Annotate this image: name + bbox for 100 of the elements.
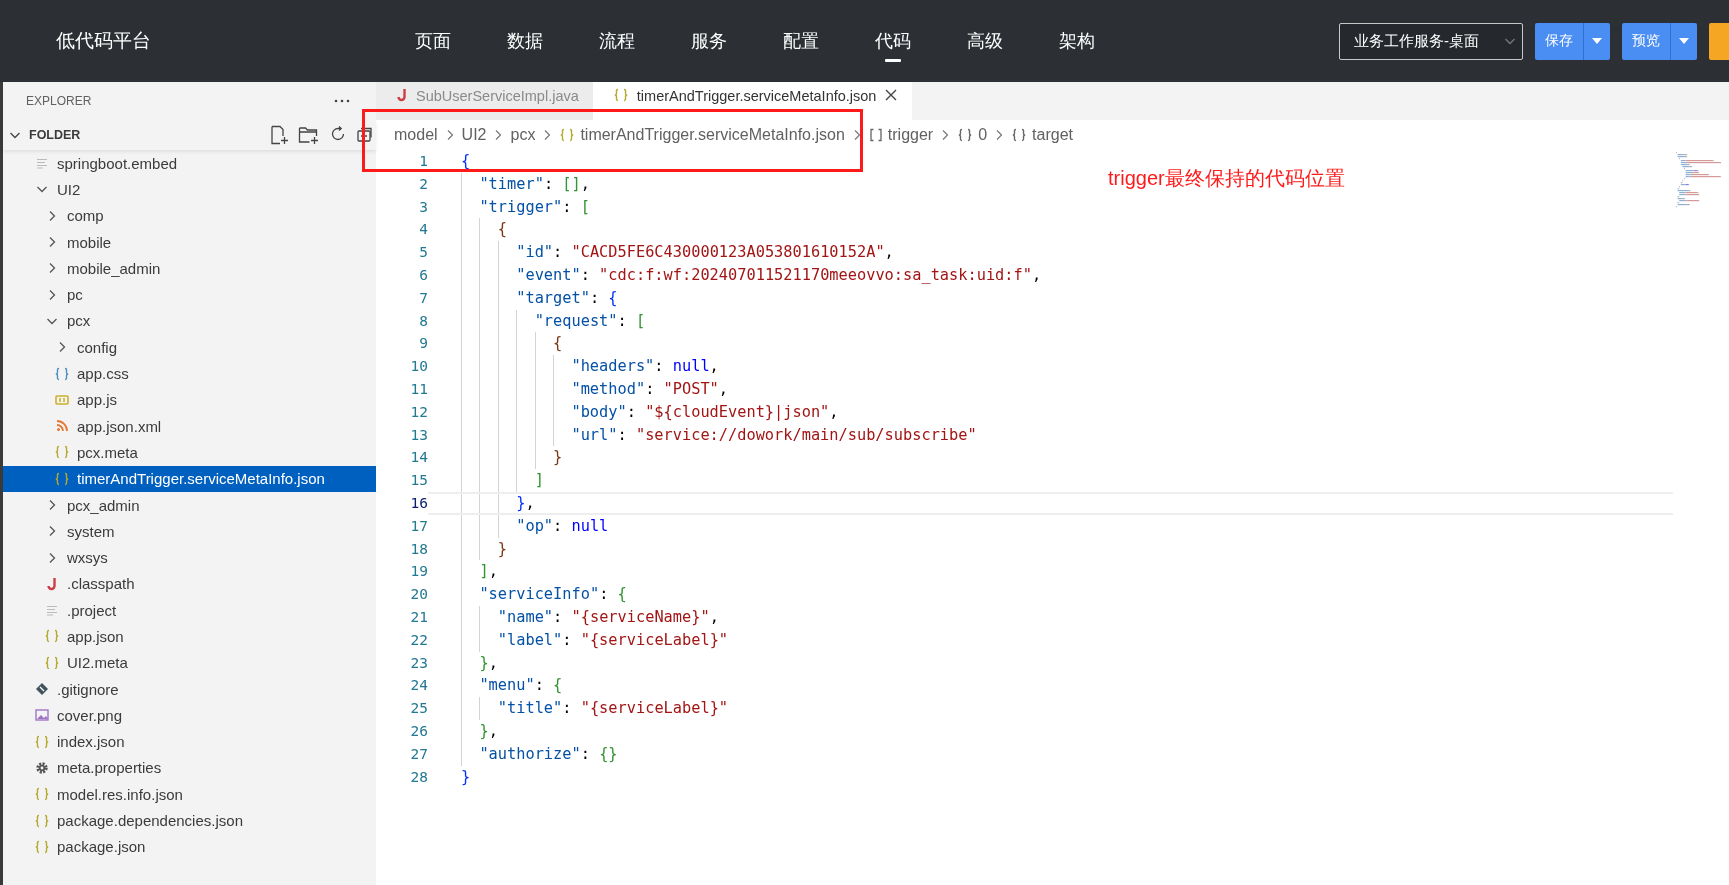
json-file-icon xyxy=(44,655,60,670)
line-number: 28 xyxy=(409,767,428,787)
tree-item[interactable]: package.json xyxy=(3,833,376,860)
nav-tab[interactable]: 高级 xyxy=(967,18,1003,64)
java-file-icon xyxy=(396,88,408,102)
breadcrumb-item[interactable]: target xyxy=(1032,126,1073,144)
tree-item[interactable]: app.json xyxy=(3,623,376,650)
json-file-icon xyxy=(34,813,50,828)
chevron-right-icon xyxy=(852,129,861,141)
java-file-icon xyxy=(46,576,58,591)
breadcrumb-item[interactable]: trigger xyxy=(887,126,934,144)
tree-item[interactable]: index.json xyxy=(3,728,376,755)
tree-item[interactable]: pcx_admin xyxy=(3,491,376,519)
code-line: ], xyxy=(428,560,1673,584)
object-icon xyxy=(1011,128,1028,142)
nav-tab[interactable]: 数据 xyxy=(507,18,543,64)
code-line: }, xyxy=(428,491,1673,515)
breadcrumb-item[interactable]: 0 xyxy=(978,126,988,144)
tree-item[interactable]: system xyxy=(3,518,376,545)
feed-icon xyxy=(56,420,68,433)
tree-item[interactable]: UI2.meta xyxy=(3,649,376,676)
code-line: }, xyxy=(428,651,1673,675)
tree-item[interactable]: mobile_admin xyxy=(3,255,376,282)
chevron-right-icon xyxy=(445,129,454,141)
line-number: 22 xyxy=(409,630,428,650)
new-folder-icon[interactable] xyxy=(298,125,320,145)
json-file-icon xyxy=(44,629,60,644)
nav-tab[interactable]: 架构 xyxy=(1059,18,1095,64)
folder-label[interactable]: FOLDER xyxy=(29,128,81,142)
close-icon[interactable] xyxy=(884,88,899,102)
line-number: 12 xyxy=(409,402,428,422)
breadcrumb-item[interactable]: UI2 xyxy=(461,126,487,144)
breadcrumb-item[interactable]: pcx xyxy=(510,126,536,144)
tree-item[interactable]: timerAndTrigger.serviceMetaInfo.json xyxy=(3,465,376,492)
code-line: "menu": { xyxy=(428,674,1673,698)
breadcrumb-item[interactable]: timerAndTrigger.serviceMetaInfo.json xyxy=(580,126,845,144)
tree-item[interactable]: package.dependencies.json xyxy=(3,807,376,834)
collapse-all-icon[interactable] xyxy=(356,125,374,143)
line-number: 13 xyxy=(409,425,428,445)
line-number: 9 xyxy=(418,334,428,354)
more-icon[interactable] xyxy=(334,99,350,103)
caret-down-icon[interactable] xyxy=(1679,38,1689,44)
line-number: 10 xyxy=(409,357,428,377)
tree-item[interactable]: comp xyxy=(3,202,376,229)
tree-item[interactable]: mobile xyxy=(3,228,376,256)
json-file-icon xyxy=(34,787,50,802)
line-number: 15 xyxy=(409,471,428,491)
editor-tab[interactable]: timerAndTrigger.serviceMetaInfo.json xyxy=(592,82,913,120)
tree-item[interactable]: config xyxy=(3,334,376,361)
chevron-right-icon xyxy=(543,129,552,141)
json-file-icon xyxy=(34,734,50,749)
line-number: 5 xyxy=(418,243,428,263)
explorer-title: EXPLORER xyxy=(26,94,92,108)
line-number: 3 xyxy=(418,197,428,217)
code-line: }, xyxy=(428,719,1673,743)
line-number: 14 xyxy=(409,448,428,468)
code-line: "label": "{serviceLabel}" xyxy=(428,628,1673,652)
nav-tab[interactable]: 配置 xyxy=(783,18,819,64)
code-line: "title": "{serviceLabel}" xyxy=(428,697,1673,720)
tree-item[interactable]: springboot.embed xyxy=(3,150,376,177)
code-line: { xyxy=(428,332,1673,356)
text-lines-icon xyxy=(36,157,48,170)
tree-item[interactable]: .gitignore xyxy=(3,675,376,703)
nav-tab[interactable]: 页面 xyxy=(415,18,451,64)
new-file-icon[interactable] xyxy=(269,125,289,145)
line-number: 27 xyxy=(409,744,428,764)
tree-item[interactable]: pc xyxy=(3,281,376,308)
tree-item[interactable]: app.js xyxy=(3,386,376,413)
workspace-select[interactable]: 业务工作服务-桌面 xyxy=(1339,22,1523,60)
tree-item[interactable]: UI2 xyxy=(3,176,376,203)
tree-item[interactable]: app.css xyxy=(3,360,376,387)
nav-tab[interactable]: 服务 xyxy=(691,18,727,64)
line-number: 11 xyxy=(409,379,428,399)
line-number: 4 xyxy=(418,220,428,240)
tree-item[interactable]: wxsys xyxy=(3,544,376,571)
breadcrumb-item[interactable]: model xyxy=(394,126,438,144)
code-line: { xyxy=(460,151,472,172)
tree-item[interactable]: .classpath xyxy=(3,570,376,598)
tree-item[interactable]: model.res.info.json xyxy=(3,781,376,808)
line-number: 21 xyxy=(409,607,428,627)
code-line: } xyxy=(428,537,1673,561)
tree-item[interactable]: app.json.xml xyxy=(3,412,376,440)
tree-item[interactable]: cover.png xyxy=(3,702,376,729)
caret-down-icon[interactable] xyxy=(1592,38,1602,44)
line-number: 25 xyxy=(409,699,428,719)
refresh-icon[interactable] xyxy=(329,125,347,143)
nav-tab[interactable]: 流程 xyxy=(599,18,635,64)
json-file-icon xyxy=(34,839,50,854)
code-line: ] xyxy=(428,469,1673,492)
code-line: "trigger": [ xyxy=(428,195,1673,219)
partial-button[interactable] xyxy=(1709,22,1729,60)
code-line: { xyxy=(428,218,1673,242)
tree-item[interactable]: meta.properties xyxy=(3,754,376,782)
app-logo: 低代码平台 xyxy=(56,29,152,53)
tree-item[interactable]: pcx.meta xyxy=(3,439,376,466)
code-line: "name": "{serviceName}", xyxy=(428,605,1673,629)
nav-tab[interactable]: 代码 xyxy=(875,18,911,64)
tree-item[interactable]: pcx xyxy=(3,307,376,335)
tree-item[interactable]: .project xyxy=(3,597,376,624)
chevron-right-icon xyxy=(995,129,1004,141)
